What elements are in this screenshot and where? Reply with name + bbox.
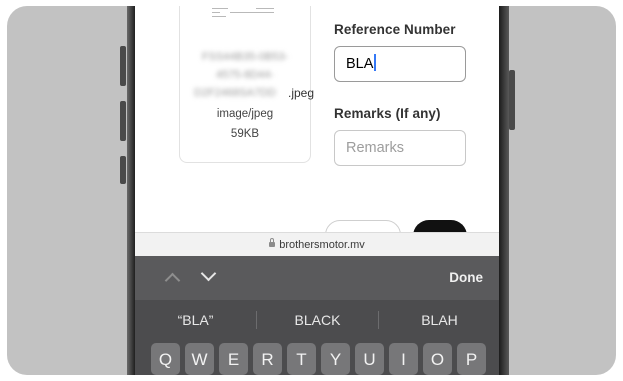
- suggestion-literal[interactable]: “BLA”: [135, 300, 256, 340]
- phone-frame-right: [499, 6, 509, 375]
- uploaded-file-card[interactable]: FSS44B35-0B53- 4575-8D44- D2F2468SA7DD .…: [179, 6, 315, 163]
- key-i[interactable]: I: [389, 343, 418, 375]
- keyboard-keys: Q W E R T Y U I O P: [135, 340, 499, 375]
- keyboard-suggestions: “BLA” BLACK BLAH: [135, 300, 499, 340]
- mute-switch: [120, 156, 126, 184]
- done-button[interactable]: Done: [449, 256, 483, 300]
- file-name-line: FSS44B35-0B53-: [201, 51, 289, 63]
- remarks-placeholder: Remarks: [346, 140, 405, 156]
- key-p[interactable]: P: [457, 343, 486, 375]
- key-o[interactable]: O: [423, 343, 452, 375]
- file-extension: .jpeg: [288, 86, 315, 100]
- file-name-line: 4575-8D44-: [215, 69, 275, 81]
- key-u[interactable]: U: [355, 343, 384, 375]
- power-button: [509, 70, 515, 130]
- key-y[interactable]: Y: [321, 343, 350, 375]
- key-t[interactable]: T: [287, 343, 316, 375]
- phone-screen: FSS44B35-0B53- 4575-8D44- D2F2468SA7DD .…: [135, 6, 499, 375]
- reference-number-input[interactable]: BLA: [334, 46, 466, 82]
- phone-frame-left: [127, 6, 135, 375]
- url-text: brothersmotor.mv: [279, 239, 365, 251]
- file-thumbnail: [210, 6, 280, 20]
- key-q[interactable]: Q: [151, 343, 180, 375]
- next-field-icon[interactable]: [200, 265, 217, 282]
- reference-number-label: Reference Number: [334, 22, 456, 37]
- volume-up-button: [120, 46, 126, 86]
- volume-down-button: [120, 101, 126, 141]
- suggestion-black[interactable]: BLACK: [257, 300, 378, 340]
- key-r[interactable]: R: [253, 343, 282, 375]
- remarks-label: Remarks (If any): [334, 106, 441, 121]
- keyboard-accessory-bar: Done: [135, 256, 499, 300]
- address-bar[interactable]: brothersmotor.mv: [135, 232, 499, 257]
- reference-number-value: BLA: [346, 56, 374, 72]
- key-e[interactable]: E: [219, 343, 248, 375]
- key-w[interactable]: W: [185, 343, 214, 375]
- previous-field-icon[interactable]: [164, 272, 181, 289]
- lock-icon: [269, 238, 276, 248]
- file-mime-type: image/jpeg: [216, 108, 274, 120]
- file-size: 59KB: [230, 128, 260, 140]
- screenshot-stage: FSS44B35-0B53- 4575-8D44- D2F2468SA7DD .…: [7, 6, 616, 375]
- suggestion-blah[interactable]: BLAH: [379, 300, 499, 340]
- remarks-input[interactable]: Remarks: [334, 130, 466, 166]
- file-name-line: D2F2468SA7DD: [194, 87, 276, 99]
- text-caret: [374, 54, 377, 72]
